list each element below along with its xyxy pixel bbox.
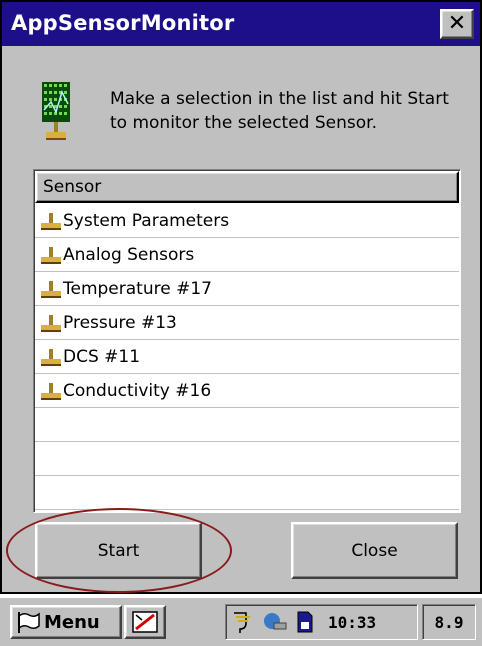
list-item[interactable]: Conductivity #16 (35, 374, 459, 408)
list-item-label: Pressure #13 (63, 312, 177, 333)
system-tray: 10:33 (225, 604, 418, 640)
sensor-icon (41, 212, 61, 230)
list-item[interactable]: Pressure #13 (35, 306, 459, 340)
list-item-empty (35, 442, 459, 476)
menu-label: Menu (44, 611, 100, 633)
list-item-empty (35, 476, 459, 510)
version-label: 8.9 (422, 604, 476, 640)
taskbar: Menu 10:33 8.9 (0, 596, 482, 646)
list-item-label: Conductivity #16 (63, 380, 212, 401)
window-title: AppSensorMonitor (11, 11, 235, 35)
keyboard-icon (132, 611, 158, 633)
list-item-label: System Parameters (63, 210, 230, 231)
start-menu-button[interactable]: Menu (10, 605, 122, 639)
list-item[interactable]: DCS #11 (35, 340, 459, 374)
sensor-icon (41, 382, 61, 400)
clock[interactable]: 10:33 (328, 613, 376, 632)
sensor-monitor-icon (42, 82, 70, 140)
list-item-empty (35, 408, 459, 442)
input-panel-button[interactable] (124, 605, 166, 639)
instructions-text: Make a selection in the list and hit Sta… (110, 89, 449, 133)
list-item[interactable]: Analog Sensors (35, 238, 459, 272)
start-flag-icon (18, 612, 40, 633)
list-header-sensor[interactable]: Sensor (35, 171, 459, 203)
sd-card-icon[interactable] (296, 610, 314, 634)
sensor-list[interactable]: Sensor System Parameters Analog Sensors … (33, 169, 461, 513)
title-bar: AppSensorMonitor ✕ (2, 2, 480, 46)
sensor-icon (41, 246, 61, 264)
list-item-label: Temperature #17 (63, 278, 212, 299)
sensor-icon (41, 314, 61, 332)
list-item[interactable]: Temperature #17 (35, 272, 459, 306)
list-rows: System Parameters Analog Sensors Tempera… (35, 204, 459, 540)
sensor-icon (41, 280, 61, 298)
network-icon[interactable] (262, 611, 288, 633)
app-window: AppSensorMonitor ✕ Make a selection in t… (0, 0, 482, 594)
close-button[interactable]: Close (291, 522, 458, 579)
list-item-label: DCS #11 (63, 346, 141, 367)
list-item[interactable]: System Parameters (35, 204, 459, 238)
list-item-label: Analog Sensors (63, 244, 195, 265)
close-icon: ✕ (447, 11, 467, 36)
start-button[interactable]: Start (35, 522, 202, 579)
close-window-button[interactable]: ✕ (440, 9, 474, 39)
usb-connection-icon[interactable] (232, 609, 254, 635)
sensor-icon (41, 348, 61, 366)
